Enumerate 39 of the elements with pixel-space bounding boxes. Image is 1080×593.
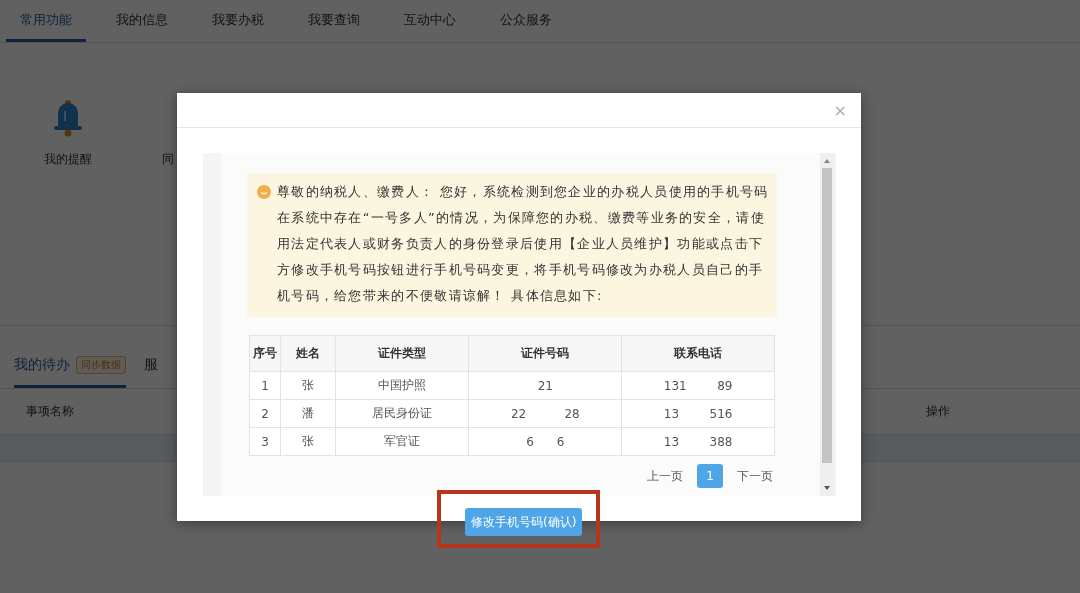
shortcut-label[interactable]: 我的提醒 (44, 151, 92, 168)
prev-page-link[interactable]: 上一页 (647, 467, 683, 485)
table-cell: 潘 (280, 399, 336, 428)
notice-text: 尊敬的纳税人、缴费人： 您好，系统检测到您企业的办税人员使用的手机号码在系统中存在“一号多人”的情况，为保障您的办税、缴费等业务的安全，请使用法定代表人或财务负责人的身份登录后使用【企业人员维护】功能或点击下方修改手机号码按钮进行手机号码变更，将手机号码修改为办税人员自己的手机号码，给您带来的不便敬请谅解！ 具体信息如下: (277, 183, 769, 305)
nav-tab[interactable]: 互动中心 (382, 0, 478, 42)
table-cell: 中国护照 (335, 371, 469, 400)
column-header: 姓名 (280, 335, 336, 372)
table-cell: 2 (249, 399, 281, 428)
bell-icon (52, 99, 84, 137)
table-cell: 军官证 (335, 427, 469, 456)
confirm-button[interactable]: 修改手机号码(确认) (465, 508, 583, 536)
nav-tab[interactable]: 我要办税 (190, 0, 286, 42)
table-cell: 21 (468, 371, 622, 400)
next-page-link[interactable]: 下一页 (737, 467, 773, 485)
nav-tab[interactable]: 公众服务 (478, 0, 574, 42)
page-button[interactable]: 1 (697, 464, 723, 488)
nav-tab[interactable]: 我要查询 (286, 0, 382, 42)
todo-tab[interactable]: 服 (144, 344, 158, 388)
column-header: 证件类型 (335, 335, 469, 372)
nav-tab[interactable]: 我的信息 (94, 0, 190, 42)
table-cell: 13 388 (621, 427, 775, 456)
column-header: 事项名称 (26, 402, 74, 420)
table-cell: 1 (249, 371, 281, 400)
column-header: 操作 (926, 402, 950, 420)
column-header: 序号 (249, 335, 281, 372)
column-header: 联系电话 (621, 335, 775, 372)
table-cell: 131 89 (621, 371, 775, 400)
table-cell: 3 (249, 427, 281, 456)
table-cell: 张 (280, 371, 336, 400)
shortcut-label[interactable]: 同 (162, 151, 174, 168)
column-header: 证件号码 (468, 335, 622, 372)
info-icon (257, 185, 271, 199)
table-cell: 张 (280, 427, 336, 456)
table-cell: 13 516 (621, 399, 775, 428)
table-cell: 居民身份证 (335, 399, 469, 428)
nav-tab[interactable]: 常用功能 (6, 0, 86, 42)
close-button[interactable]: × (831, 100, 849, 120)
table-cell: 6 6 (468, 427, 622, 456)
table-cell: 22 28 (468, 399, 622, 428)
